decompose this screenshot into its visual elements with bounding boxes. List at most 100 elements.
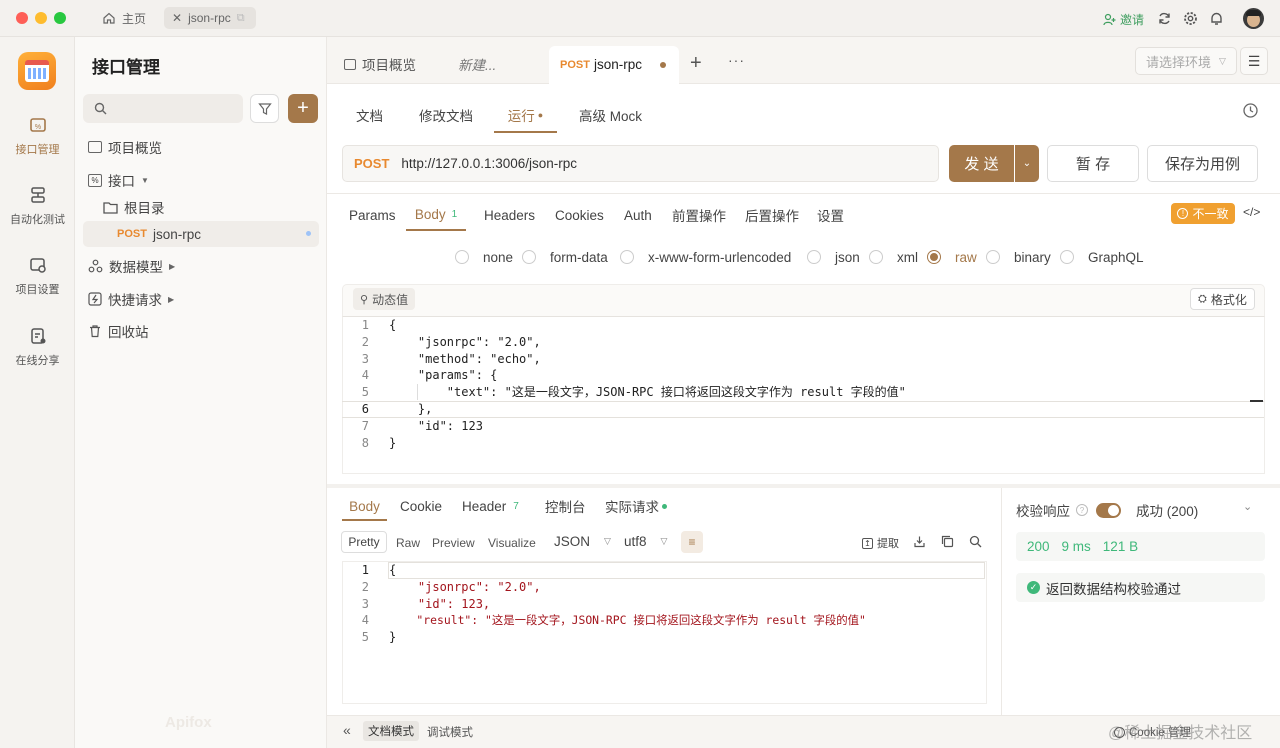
search-icon[interactable] bbox=[969, 535, 982, 548]
history-icon[interactable] bbox=[1242, 102, 1259, 119]
sidebar-item-quick-request[interactable]: 快捷请求 ▶ bbox=[83, 286, 319, 312]
rail-item-api-management[interactable]: % 接口管理 bbox=[0, 115, 75, 157]
sidebar-item-api[interactable]: % 接口 ▼ bbox=[83, 167, 319, 193]
radio-form-data[interactable]: form-data bbox=[522, 249, 608, 265]
menu-button[interactable]: ☰ bbox=[1240, 47, 1268, 75]
resp-tab-actual-request[interactable]: 实际请求 bbox=[605, 493, 667, 519]
home-tab[interactable]: 主页 bbox=[94, 7, 154, 29]
url-bar[interactable]: POST http://127.0.0.1:3006/json-rpc bbox=[342, 145, 939, 182]
line-number: 4 bbox=[361, 368, 369, 383]
tab-run[interactable]: 运行 ● bbox=[494, 98, 557, 133]
debug-mode-button[interactable]: 调试模式 bbox=[427, 724, 473, 740]
chevron-down-icon[interactable]: ⌄ bbox=[1243, 500, 1252, 513]
radio-json[interactable]: json bbox=[807, 249, 860, 265]
environment-select[interactable]: 请选择环境 ▽ bbox=[1135, 47, 1237, 75]
radio-binary[interactable]: binary bbox=[986, 249, 1051, 265]
status-select[interactable]: 成功 (200) bbox=[1136, 500, 1198, 520]
send-button[interactable]: 发 送 bbox=[949, 145, 1014, 182]
sidebar-item-json-rpc[interactable]: POST json-rpc bbox=[83, 221, 319, 247]
wrap-toggle-button[interactable]: ≡ bbox=[681, 531, 703, 553]
close-icon[interactable]: ✕ bbox=[172, 11, 182, 25]
tab-params[interactable]: Params bbox=[349, 200, 396, 230]
minimize-window-button[interactable] bbox=[35, 12, 47, 24]
resp-tab-header[interactable]: Header 7 bbox=[462, 493, 519, 519]
sidebar-title: 接口管理 bbox=[92, 58, 160, 77]
url-input[interactable]: http://127.0.0.1:3006/json-rpc bbox=[401, 156, 577, 171]
radio-graphql[interactable]: GraphQL bbox=[1060, 249, 1144, 265]
avatar[interactable] bbox=[1243, 8, 1264, 29]
sidebar-item-data-model[interactable]: 数据模型 ▶ bbox=[83, 253, 319, 279]
sync-icon[interactable] bbox=[1157, 11, 1172, 26]
tab-json-rpc[interactable]: POST json-rpc bbox=[549, 46, 679, 85]
tab-body[interactable]: Body 1 bbox=[406, 200, 466, 231]
radio-none[interactable]: none bbox=[455, 249, 513, 265]
close-window-button[interactable] bbox=[16, 12, 28, 24]
radio-urlencoded[interactable]: x-www-form-urlencoded bbox=[620, 249, 791, 265]
bell-icon[interactable] bbox=[1209, 11, 1224, 26]
invite-button[interactable]: 邀请 bbox=[1103, 11, 1144, 28]
rail-label: 自动化测试 bbox=[10, 214, 65, 226]
sidebar-search-input[interactable] bbox=[83, 94, 243, 123]
radio-label: xml bbox=[897, 249, 918, 265]
extract-button[interactable]: ↥ 提取 bbox=[862, 535, 899, 551]
copy-icon[interactable] bbox=[941, 535, 954, 548]
code-icon[interactable]: </> bbox=[1243, 205, 1260, 219]
status-code: 200 bbox=[1027, 539, 1050, 554]
rail-item-automation[interactable]: 自动化测试 bbox=[0, 185, 75, 227]
sidebar-item-trash[interactable]: 回收站 bbox=[83, 318, 319, 344]
rail-item-project-settings[interactable]: 项目设置 bbox=[0, 255, 75, 297]
json-rpc-window-tab[interactable]: ✕ json-rpc ⧉ bbox=[164, 7, 256, 29]
tab-docs[interactable]: 文档 bbox=[356, 98, 383, 132]
format-select[interactable]: JSON ▽ bbox=[554, 534, 611, 549]
radio-label: raw bbox=[955, 249, 977, 265]
tab-cookies[interactable]: Cookies bbox=[555, 200, 604, 230]
new-tab-button[interactable]: + bbox=[690, 52, 702, 75]
send-options-button[interactable]: ⌄ bbox=[1015, 145, 1039, 182]
validate-label: 校验响应 bbox=[1016, 504, 1070, 519]
mismatch-badge[interactable]: ! 不一致 bbox=[1171, 203, 1235, 224]
view-raw-button[interactable]: Raw bbox=[396, 536, 420, 550]
help-icon: ? bbox=[1076, 504, 1088, 516]
view-preview-button[interactable]: Preview bbox=[432, 536, 475, 550]
collapse-sidebar-button[interactable]: « bbox=[343, 722, 351, 738]
radio-raw[interactable]: raw bbox=[927, 249, 977, 265]
tab-new[interactable]: 新建... bbox=[458, 46, 496, 82]
format-button[interactable]: ⛭ 格式化 bbox=[1190, 288, 1255, 310]
resp-tab-console[interactable]: 控制台 bbox=[545, 493, 586, 519]
share-icon bbox=[28, 326, 48, 346]
tab-advanced-mock[interactable]: 高级 Mock bbox=[579, 98, 642, 132]
overview-icon bbox=[344, 58, 356, 70]
sidebar: 接口管理 + 项目概览 % 接口 ▼ 根目录 POST json-rpc 数据模… bbox=[75, 37, 327, 748]
tab-overview[interactable]: 项目概览 bbox=[344, 46, 416, 82]
resp-tab-cookie[interactable]: Cookie bbox=[400, 493, 442, 519]
sidebar-item-root-folder[interactable]: 根目录 bbox=[83, 194, 319, 220]
filter-button[interactable] bbox=[250, 94, 279, 123]
rail-item-share[interactable]: 在线分享 bbox=[0, 326, 75, 368]
more-tabs-button[interactable]: ··· bbox=[728, 52, 745, 68]
tab-post-ops[interactable]: 后置操作 bbox=[745, 200, 799, 230]
gear-icon[interactable] bbox=[1183, 11, 1198, 26]
radio-xml[interactable]: xml bbox=[869, 249, 918, 265]
tab-pre-ops[interactable]: 前置操作 bbox=[672, 200, 726, 230]
save-draft-button[interactable]: 暂 存 bbox=[1047, 145, 1139, 182]
save-as-case-button[interactable]: 保存为用例 bbox=[1147, 145, 1258, 182]
tab-headers[interactable]: Headers bbox=[484, 200, 535, 230]
tab-settings[interactable]: 设置 bbox=[817, 200, 844, 230]
method-select[interactable]: POST bbox=[354, 156, 389, 171]
resp-tab-body[interactable]: Body bbox=[342, 493, 387, 521]
tab-auth[interactable]: Auth bbox=[624, 200, 652, 230]
doc-mode-button[interactable]: 文档模式 bbox=[363, 721, 419, 741]
view-visualize-button[interactable]: Visualize bbox=[488, 536, 536, 550]
code-line: "text": "这是一段文字，JSON-RPC 接口将返回这段文字作为 res… bbox=[389, 385, 906, 400]
encoding-select[interactable]: utf8 ▽ bbox=[624, 534, 667, 549]
add-button[interactable]: + bbox=[288, 94, 318, 123]
download-icon[interactable] bbox=[913, 535, 926, 548]
maximize-window-button[interactable] bbox=[54, 12, 66, 24]
dynamic-value-button[interactable]: ⚲ 动态值 bbox=[353, 288, 416, 310]
view-pretty-button[interactable]: Pretty bbox=[341, 531, 387, 553]
tab-edit-docs[interactable]: 修改文档 bbox=[419, 98, 473, 132]
sidebar-item-overview[interactable]: 项目概览 bbox=[83, 134, 319, 160]
hamburger-icon: ☰ bbox=[1247, 52, 1261, 69]
validate-toggle[interactable] bbox=[1096, 502, 1121, 518]
unsaved-dot bbox=[306, 231, 311, 236]
